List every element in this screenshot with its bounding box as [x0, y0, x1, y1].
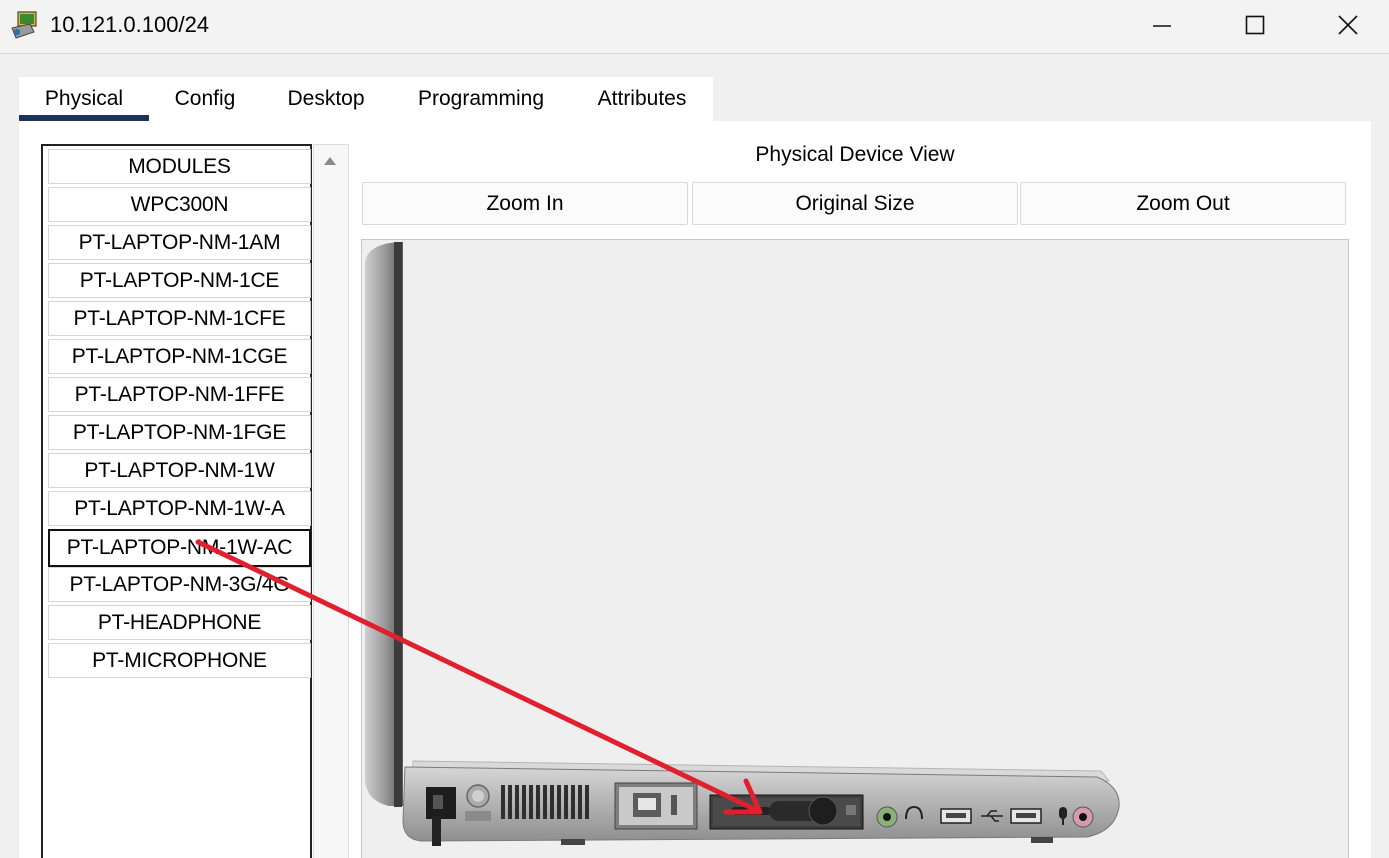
- tab-label: Physical: [44, 87, 124, 110]
- module-item-headphone[interactable]: PT-HEADPHONE: [48, 605, 311, 640]
- minimize-button[interactable]: [1116, 0, 1208, 50]
- close-icon: [1338, 15, 1358, 35]
- tab-attributes[interactable]: Attributes: [583, 77, 701, 121]
- tab-label: Desktop: [287, 87, 365, 110]
- original-size-button[interactable]: Original Size: [692, 182, 1018, 225]
- maximize-button[interactable]: [1209, 0, 1301, 50]
- title-bar: 10.121.0.100/24: [0, 0, 1389, 54]
- modules-scrollbar[interactable]: [313, 144, 349, 858]
- module-item-1ce[interactable]: PT-LAPTOP-NM-1CE: [48, 263, 311, 298]
- minimize-icon: [1153, 25, 1171, 27]
- ethernet-port-icon: [614, 782, 698, 830]
- window-title: 10.121.0.100/24: [50, 12, 210, 37]
- modules-header: MODULES: [48, 149, 311, 184]
- module-slot: [709, 794, 864, 830]
- maximize-icon: [1245, 15, 1265, 35]
- module-item-1fge[interactable]: PT-LAPTOP-NM-1FGE: [48, 415, 311, 450]
- tab-label: Config: [174, 87, 236, 110]
- zoom-in-button[interactable]: Zoom In: [362, 182, 688, 225]
- tab-desktop[interactable]: Desktop: [269, 77, 383, 121]
- laptop-lid: [365, 242, 403, 807]
- tab-label: Programming: [417, 87, 545, 110]
- module-item-3g-4g[interactable]: PT-LAPTOP-NM-3G/4G: [48, 567, 311, 602]
- tab-physical[interactable]: Physical: [19, 77, 149, 121]
- zoom-out-button[interactable]: Zoom Out: [1020, 182, 1346, 225]
- physical-device-view-title: Physical Device View: [755, 143, 955, 166]
- module-item-1w[interactable]: PT-LAPTOP-NM-1W: [48, 453, 311, 488]
- tab-config[interactable]: Config: [157, 77, 253, 121]
- module-item-1w-a[interactable]: PT-LAPTOP-NM-1W-A: [48, 491, 311, 526]
- module-item-1cfe[interactable]: PT-LAPTOP-NM-1CFE: [48, 301, 311, 336]
- device-view-canvas: [361, 239, 1349, 858]
- modules-list: MODULES WPC300N PT-LAPTOP-NM-1AM PT-LAPT…: [41, 144, 312, 858]
- tab-programming[interactable]: Programming: [403, 77, 559, 121]
- packet-tracer-laptop-icon: [11, 11, 37, 39]
- close-button[interactable]: [1302, 0, 1389, 50]
- tab-label: Attributes: [597, 87, 687, 110]
- tab-strip: Physical Config Desktop Programming Attr…: [19, 77, 713, 121]
- laptop-side-image: [365, 242, 1120, 846]
- module-item-microphone[interactable]: PT-MICROPHONE: [48, 643, 311, 678]
- module-item-1ffe[interactable]: PT-LAPTOP-NM-1FFE: [48, 377, 311, 412]
- module-item-1w-ac[interactable]: PT-LAPTOP-NM-1W-AC: [48, 529, 311, 567]
- module-item-wpc300n[interactable]: WPC300N: [48, 187, 311, 222]
- power-button-icon: [465, 784, 491, 821]
- module-item-1cge[interactable]: PT-LAPTOP-NM-1CGE: [48, 339, 311, 374]
- module-item-1am[interactable]: PT-LAPTOP-NM-1AM: [48, 225, 311, 260]
- scroll-up-arrow-icon[interactable]: [324, 157, 336, 165]
